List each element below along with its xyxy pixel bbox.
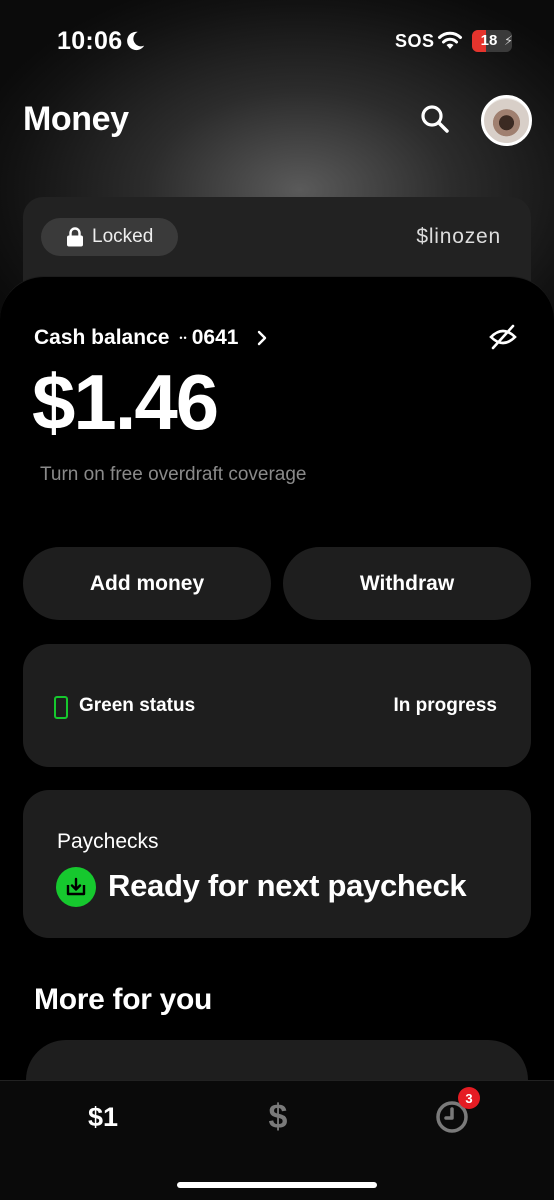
page-title: Money	[23, 100, 129, 138]
status-progress-text: In progress	[393, 695, 497, 716]
paychecks-card[interactable]: Paychecks Ready for next paycheck	[23, 790, 531, 938]
more-for-you-heading: More for you	[34, 983, 213, 1016]
activity-badge: 3	[458, 1087, 480, 1109]
balance-amount: $1.46	[32, 358, 219, 446]
account-last4: 0641	[191, 326, 239, 349]
home-indicator	[177, 1182, 377, 1188]
eye-off-icon[interactable]	[489, 323, 517, 351]
status-time: 10:06	[57, 27, 123, 55]
tab-pay[interactable]: $	[258, 1097, 298, 1137]
status-bar: 10:06 SOS 18 ⚡	[0, 0, 554, 84]
green-status-icon	[54, 696, 68, 719]
withdraw-button[interactable]: Withdraw	[283, 547, 531, 620]
cash-balance-label: Cash balance	[34, 326, 170, 349]
paychecks-title: Paychecks	[57, 830, 159, 853]
money-sheet: Cash balance •• 0641 $1.46 Turn on free …	[0, 276, 554, 1160]
sos-indicator: SOS	[395, 31, 435, 51]
overdraft-link[interactable]: Turn on free overdraft coverage	[40, 464, 307, 486]
chevron-right-icon	[258, 330, 267, 346]
locked-badge[interactable]: Locked	[41, 218, 178, 256]
tab-activity[interactable]: 3	[430, 1087, 480, 1137]
paycheck-status: Ready for next paycheck	[108, 868, 467, 903]
tab-money[interactable]: $1	[72, 1097, 134, 1137]
charging-bolt-icon: ⚡	[504, 33, 512, 48]
add-money-button[interactable]: Add money	[23, 547, 271, 620]
search-icon[interactable]	[418, 102, 452, 136]
cash-balance-header[interactable]: Cash balance •• 0641	[34, 324, 268, 352]
battery-level: 18	[480, 32, 498, 49]
download-tray-icon	[66, 877, 86, 896]
masked-dots: ••	[179, 333, 188, 343]
wifi-icon	[438, 31, 462, 49]
battery-icon: 18 ⚡	[472, 30, 512, 52]
green-status-card[interactable]: Green status In progress	[23, 644, 531, 767]
green-status-label: Green status	[79, 695, 196, 716]
avatar[interactable]	[481, 95, 532, 146]
moon-icon	[127, 31, 145, 51]
cashtag: $linozen	[416, 225, 501, 248]
paycheck-deposit-icon	[56, 867, 96, 907]
locked-label: Locked	[92, 226, 154, 247]
lock-icon	[67, 227, 83, 247]
